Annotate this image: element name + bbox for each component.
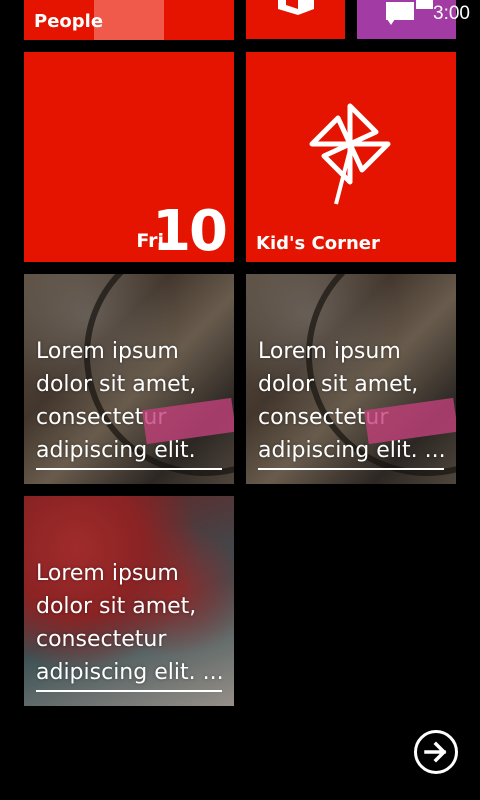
photo-tile-1[interactable]: Lorem ipsum dolor sit amet, consectetur …: [24, 274, 234, 484]
photo-tile-line: consectetur: [258, 405, 389, 430]
photo-tile-line: dolor sit amet,: [36, 372, 197, 397]
photo-tile-3[interactable]: Lorem ipsum dolor sit amet, consectetur …: [24, 496, 234, 706]
photo-tile-text: Lorem ipsum dolor sit amet, consectetur …: [36, 335, 222, 470]
kids-corner-tile[interactable]: Kid's Corner: [246, 52, 456, 262]
people-tile-label: People: [34, 11, 104, 32]
office-tile[interactable]: [246, 0, 345, 39]
photo-tile-line: dolor sit amet,: [258, 372, 419, 397]
all-apps-button[interactable]: [414, 730, 458, 774]
photo-tile-line: adipiscing elit.: [36, 434, 222, 470]
photo-tile-line: adipiscing elit. ...: [36, 656, 222, 692]
photo-tile-line: Lorem ipsum: [36, 339, 179, 364]
photo-tile-2[interactable]: Lorem ipsum dolor sit amet, consectetur …: [246, 274, 456, 484]
photo-tile-text: Lorem ipsum dolor sit amet, consectetur …: [36, 557, 222, 692]
people-photo: [94, 0, 164, 40]
calendar-date: 10: [152, 199, 228, 262]
calendar-tile[interactable]: Fri 10: [24, 52, 234, 262]
pinwheel-icon: [309, 103, 391, 205]
photo-tile-text: Lorem ipsum dolor sit amet, consectetur …: [258, 335, 444, 470]
photo-tile-line: adipiscing elit. ...: [258, 434, 444, 470]
kids-corner-label: Kid's Corner: [256, 233, 380, 254]
photo-tile-line: Lorem ipsum: [258, 339, 401, 364]
photo-tile-line: Lorem ipsum: [36, 561, 179, 586]
photo-tile-line: consectetur: [36, 627, 167, 652]
arrow-right-icon: [424, 741, 447, 763]
office-icon: [278, 0, 314, 15]
messaging-icon: [384, 0, 433, 25]
photo-tile-line: consectetur: [36, 405, 167, 430]
photo-tile-line: dolor sit amet,: [36, 594, 197, 619]
status-bar-time: 3:00: [433, 3, 470, 24]
people-tile[interactable]: People: [24, 0, 234, 40]
